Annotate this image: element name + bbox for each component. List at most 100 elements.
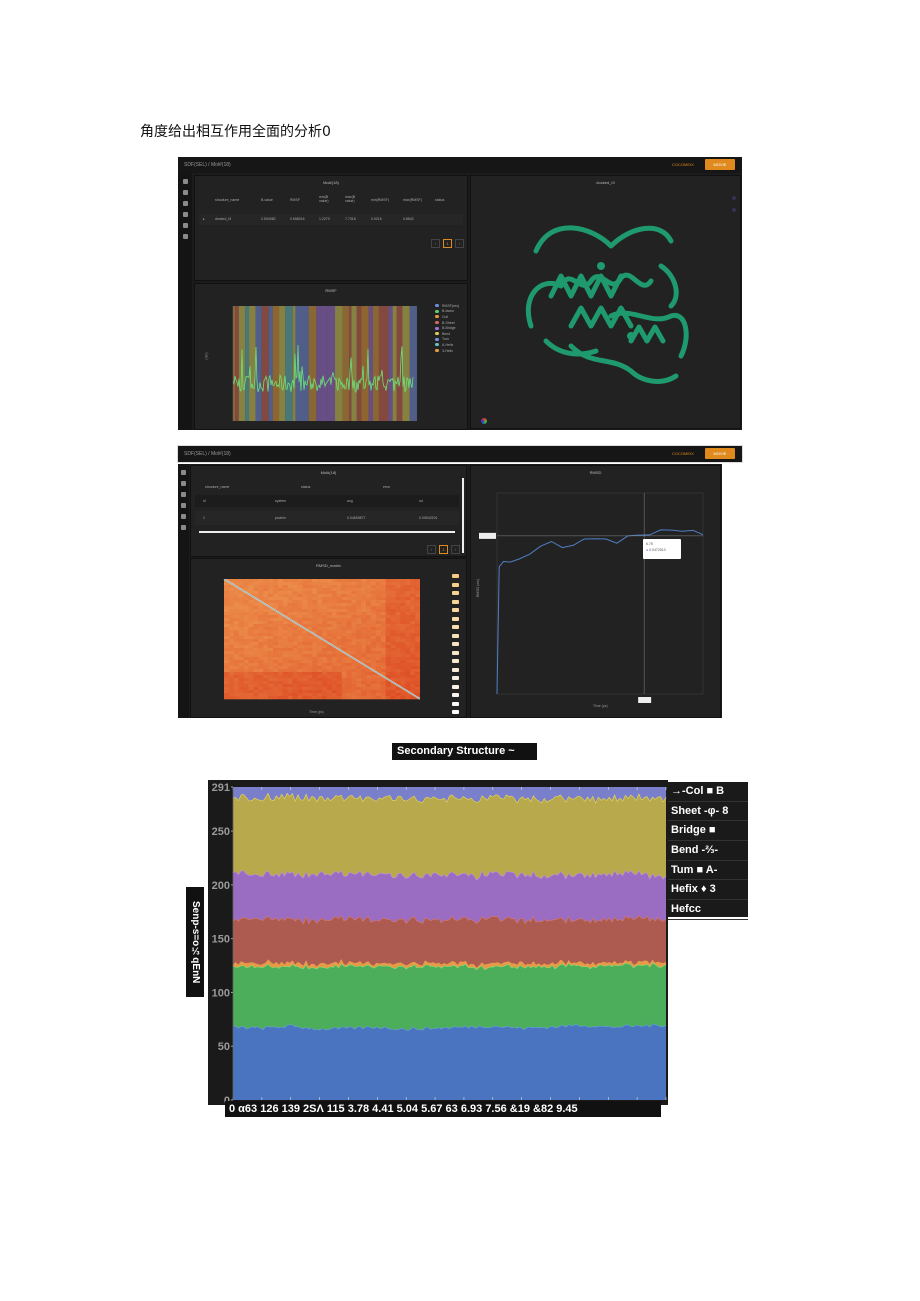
sidebar-icon[interactable] — [181, 514, 186, 519]
sidebar-icon[interactable] — [181, 481, 186, 486]
heatmap-cell — [415, 603, 420, 607]
heatmap-cell — [282, 693, 288, 697]
protein-ribbon-image[interactable] — [511, 206, 711, 406]
top-link[interactable]: COCOMEIX — [672, 451, 694, 456]
heatmap-cell — [258, 582, 264, 586]
breadcrumb[interactable]: SDF(SEL) / Mol#(18) — [184, 451, 231, 457]
legend-swatch[interactable] — [452, 659, 459, 663]
legend-swatch[interactable] — [452, 574, 459, 578]
panel-title[interactable]: docked_t3 — [471, 180, 740, 185]
panel-title[interactable]: Mol#(18) — [191, 470, 466, 475]
horizontal-scrollbar[interactable] — [199, 531, 455, 533]
sidebar — [178, 464, 189, 718]
breadcrumb[interactable]: SDF(SEL) / Mol#(18) — [184, 162, 231, 168]
legend-swatch[interactable] — [452, 633, 459, 638]
heatmap-cell — [277, 690, 284, 694]
page-number[interactable]: 1 — [439, 545, 448, 554]
legend-item[interactable]: 3-Helix — [435, 348, 459, 354]
movie-button[interactable]: MOVIE — [705, 448, 735, 459]
sidebar-icon[interactable] — [181, 470, 186, 475]
panel-title[interactable]: Mol#(18) — [195, 180, 467, 185]
heatmap-cell — [385, 669, 391, 673]
heatmap-cell — [400, 612, 406, 616]
panel-title[interactable]: RMSD_matrix — [191, 563, 466, 568]
heatmap-cell — [253, 663, 259, 667]
heatmap-cell — [228, 642, 235, 646]
legend-item[interactable]: Tum ■ A- — [668, 861, 748, 881]
legend-item[interactable]: Bridge ■ — [668, 821, 748, 842]
heatmap-cell — [258, 636, 264, 640]
heatmap-cell — [228, 657, 235, 661]
top-link[interactable]: COCOMEIX — [672, 162, 694, 167]
sidebar-icon[interactable] — [182, 190, 188, 195]
sidebar-icon[interactable] — [182, 212, 188, 217]
legend-swatch[interactable] — [452, 608, 459, 612]
heatmap-cell — [224, 624, 230, 628]
heatmap-cell — [228, 603, 235, 607]
rmsd-matrix-panel: RMSD_matrix Time (ps) — [190, 558, 467, 718]
legend-swatch[interactable] — [452, 599, 459, 604]
sidebar-icon[interactable] — [181, 525, 186, 530]
heatmap-cell — [307, 654, 313, 658]
heatmap-cell — [322, 609, 328, 613]
legend-swatch[interactable] — [452, 667, 459, 672]
heatmap-cell — [395, 618, 401, 622]
legend-swatch[interactable] — [452, 616, 459, 621]
sidebar-icon[interactable] — [182, 179, 188, 184]
heatmap-cell — [248, 666, 254, 670]
heatmap-cell — [258, 651, 264, 655]
heatmap-cell — [390, 612, 396, 616]
legend-swatch[interactable] — [452, 693, 459, 697]
legend-swatch[interactable] — [452, 642, 459, 646]
legend-swatch[interactable] — [452, 625, 459, 629]
sidebar-icon[interactable] — [181, 492, 186, 497]
vertical-scrollbar[interactable] — [462, 478, 464, 553]
area-series-5 — [233, 792, 666, 880]
prev-page[interactable]: ‹ — [427, 545, 436, 554]
panel-title[interactable]: RMSF — [195, 288, 467, 293]
heatmap-cell — [243, 642, 249, 646]
sidebar-icon[interactable] — [182, 201, 188, 206]
heatmap-cell — [297, 585, 303, 589]
legend-swatch[interactable] — [452, 650, 459, 655]
legend-swatch[interactable] — [452, 701, 459, 706]
heatmap-cell — [307, 579, 313, 583]
heatmap-cell — [400, 603, 406, 607]
heatmap-cell — [326, 600, 333, 604]
sidebar-icon[interactable] — [181, 503, 186, 508]
heatmap-cell — [380, 600, 386, 604]
legend-item[interactable]: Sheet -φ- 8 — [668, 802, 748, 822]
legend-item[interactable]: Hefcc — [668, 900, 748, 920]
heatmap-cell — [238, 672, 244, 676]
legend-item[interactable]: →-Col ■ B — [668, 782, 748, 802]
movie-button[interactable]: MOVIE — [705, 159, 735, 170]
legend-swatch[interactable] — [452, 710, 459, 714]
table-row[interactable] — [199, 214, 463, 225]
heatmap-cell — [385, 651, 391, 655]
legend-swatch[interactable] — [452, 684, 459, 689]
heatmap-cell — [385, 606, 391, 610]
expand-icon[interactable]: ▸ — [203, 217, 205, 221]
page-number[interactable]: 1 — [443, 239, 452, 248]
heatmap-cell — [380, 594, 386, 598]
heatmap-cell — [356, 594, 362, 598]
heatmap-cell — [385, 633, 391, 637]
next-page[interactable]: › — [451, 545, 460, 554]
heatmap-cell — [341, 684, 347, 688]
heatmap-cell — [248, 633, 254, 637]
legend-swatch[interactable] — [452, 582, 459, 587]
heatmap-cell — [322, 594, 328, 598]
view-icon[interactable] — [732, 196, 736, 200]
legend-item[interactable]: Hefix ♦ 3 — [668, 880, 748, 901]
heatmap-cell — [375, 678, 382, 682]
heatmap-cell — [415, 687, 420, 691]
legend-swatch[interactable] — [452, 591, 459, 595]
next-page[interactable]: › — [455, 239, 464, 248]
sidebar-icon[interactable] — [182, 223, 188, 228]
sidebar-icon[interactable] — [182, 234, 188, 239]
view-icon[interactable] — [732, 208, 736, 212]
heatmap-cell — [312, 618, 318, 622]
prev-page[interactable]: ‹ — [431, 239, 440, 248]
legend-item[interactable]: Bend -⅔- — [668, 841, 748, 861]
legend-swatch[interactable] — [452, 676, 459, 680]
